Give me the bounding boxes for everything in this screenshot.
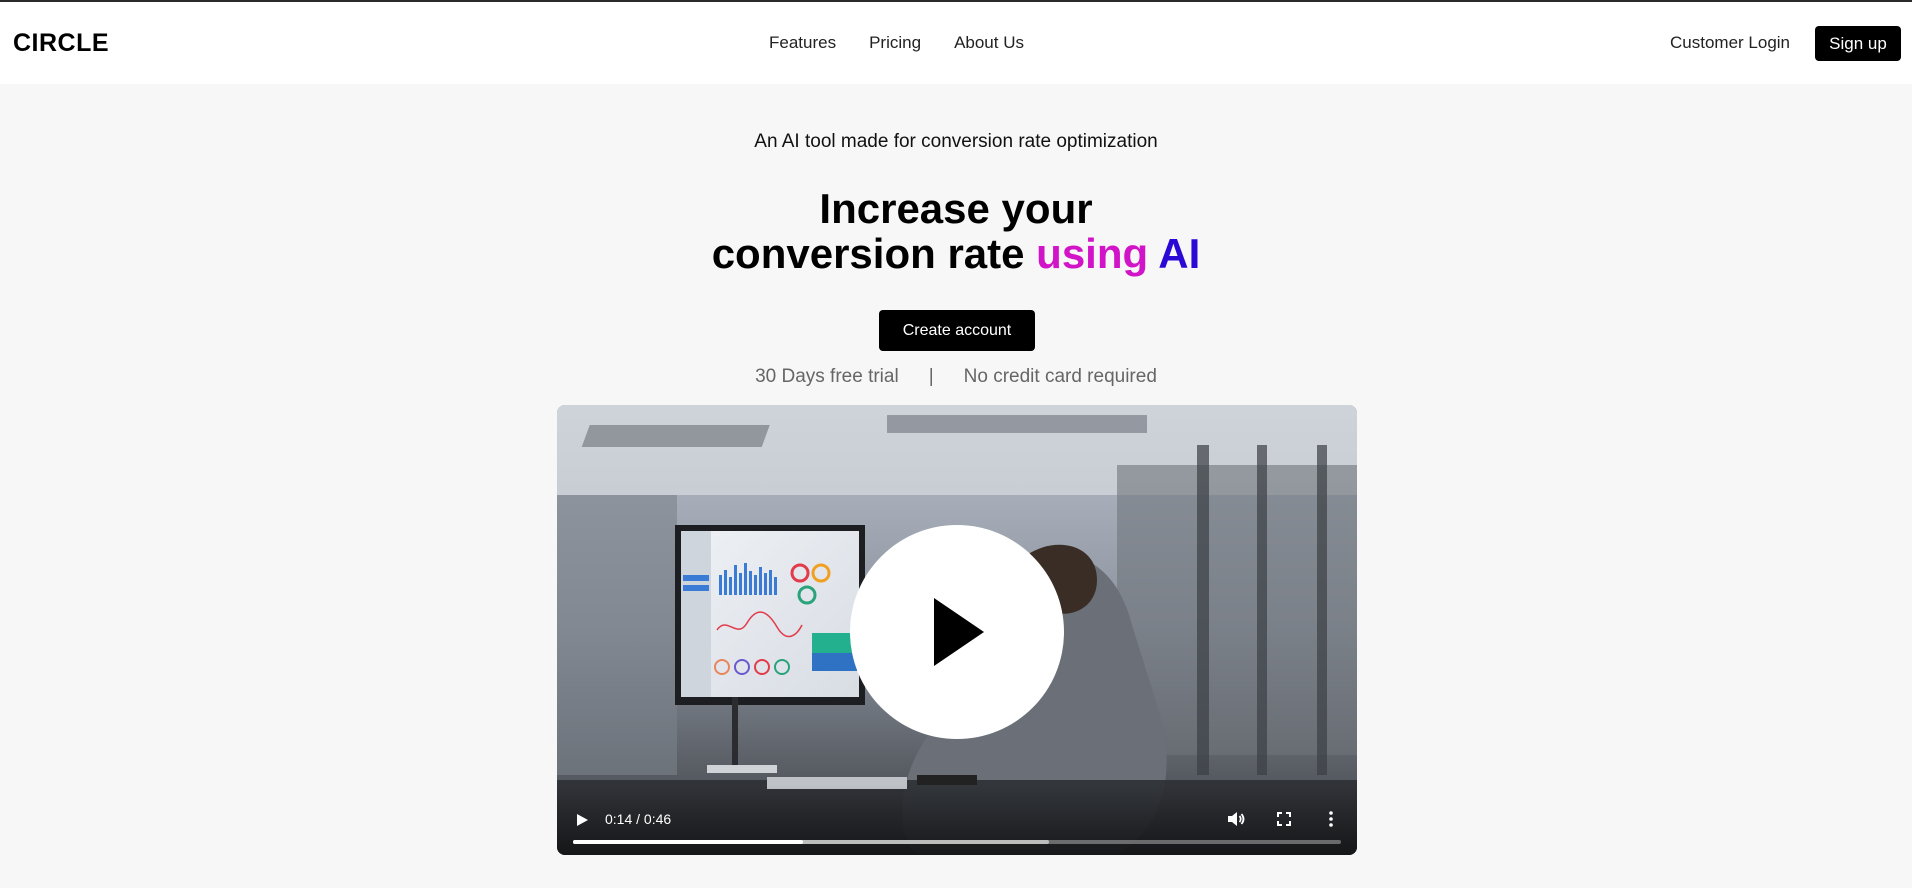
time-display: 0:14 / 0:46	[605, 811, 672, 827]
play-triangle	[934, 598, 984, 666]
headline-plain-text: conversion rate	[711, 230, 1025, 277]
hero-headline: Increase your conversion rate using AI	[0, 186, 1912, 276]
free-trial-text: 30 Days free trial	[755, 366, 899, 387]
nav-features[interactable]: Features	[769, 33, 836, 53]
trial-info: 30 Days free trial | No credit card requir…	[0, 366, 1912, 388]
more-options-icon[interactable]	[1321, 809, 1341, 829]
headline-line-2: conversion rate using AI	[0, 231, 1912, 276]
main-nav: Features Pricing About Us	[769, 33, 1057, 53]
headline-line-1: Increase your	[819, 185, 1093, 232]
customer-login-link[interactable]: Customer Login	[1670, 33, 1790, 53]
sign-up-button[interactable]: Sign up	[1815, 26, 1901, 61]
site-header: CIRCLE Features Pricing About Us Custome…	[0, 2, 1912, 84]
create-account-button[interactable]: Create account	[879, 310, 1035, 351]
trial-separator: |	[928, 366, 934, 387]
nav-pricing[interactable]: Pricing	[869, 33, 921, 53]
nav-about-us[interactable]: About Us	[954, 33, 1024, 53]
volume-icon[interactable]	[1226, 809, 1246, 829]
played-bar	[573, 840, 804, 844]
progress-track[interactable]	[573, 840, 1341, 844]
video-controls: 0:14 / 0:46	[557, 785, 1357, 855]
headline-ai-text: AI	[1158, 230, 1201, 277]
fullscreen-icon[interactable]	[1274, 809, 1294, 829]
logo[interactable]: CIRCLE	[13, 29, 109, 58]
hero-tagline: An AI tool made for conversion rate opti…	[754, 131, 1158, 152]
play-icon[interactable]	[574, 811, 590, 829]
headline-using-text: using	[1036, 230, 1149, 277]
no-credit-card-text: No credit card required	[963, 366, 1157, 387]
big-play-icon[interactable]	[850, 525, 1064, 739]
video-player[interactable]: 0:14 / 0:46	[557, 405, 1357, 855]
